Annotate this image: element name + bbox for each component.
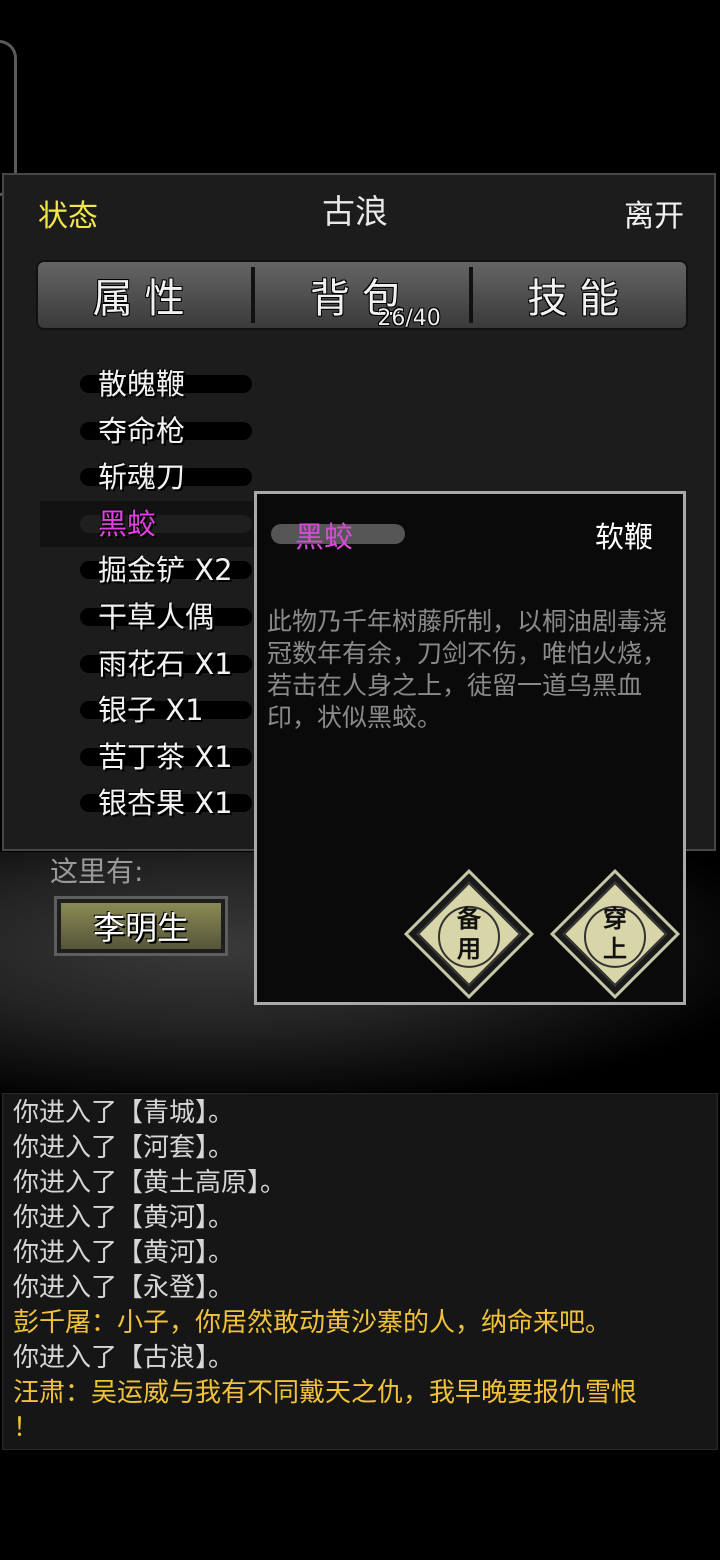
label-char: 上 — [603, 935, 627, 963]
inventory-item[interactable]: 苦丁茶 X1 — [40, 734, 260, 781]
inventory-item[interactable]: 银子 X1 — [40, 687, 260, 734]
tab-attributes[interactable]: 属性 — [38, 266, 251, 324]
inventory-item-label: 银杏果 X1 — [98, 786, 233, 821]
log-line: 你进入了【青城】。 — [13, 1098, 235, 1128]
tab-attributes-label: 属性 — [92, 276, 197, 322]
spare-button-label: 备 用 — [426, 891, 512, 977]
inventory-item[interactable]: 黑蛟 — [40, 500, 260, 548]
inventory-item-label: 黑蛟 — [98, 506, 157, 541]
inventory-item[interactable]: 干草人偶 — [40, 594, 260, 641]
inventory-item-label: 干草人偶 — [98, 599, 215, 634]
equip-button-label: 穿 上 — [572, 891, 658, 977]
inventory-item-label: 雨花石 X1 — [98, 646, 233, 681]
inventory-item[interactable]: 雨花石 X1 — [40, 641, 260, 688]
tab-skills[interactable]: 技能 — [473, 266, 686, 324]
log-line: 你进入了【河套】。 — [13, 1133, 235, 1163]
inventory-item-label: 掘金铲 X2 — [98, 553, 233, 588]
inventory-item[interactable]: 夺命枪 — [40, 408, 260, 455]
log-line: 你进入了【古浪】。 — [13, 1343, 235, 1373]
here-label: 这里有: — [50, 855, 144, 888]
inventory-item-label: 苦丁茶 X1 — [98, 739, 233, 774]
item-type: 软鞭 — [594, 520, 653, 554]
tab-skills-label: 技能 — [527, 276, 632, 322]
inventory-item-label: 银子 X1 — [98, 693, 204, 728]
inventory-item[interactable]: 斩魂刀 — [40, 454, 260, 501]
log-line: 你进入了【黄河】。 — [13, 1238, 235, 1268]
log-line: 彭千屠：小子，你居然敢动黄沙寨的人，纳命来吧。 — [13, 1308, 612, 1338]
label-char: 用 — [457, 935, 481, 963]
npc-name: 李明生 — [61, 903, 221, 949]
log-line: 你进入了【永登】。 — [13, 1273, 235, 1303]
leave-button[interactable]: 离开 — [624, 191, 684, 235]
inventory-item-label: 夺命枪 — [98, 413, 186, 448]
bag-capacity: 26/40 — [377, 306, 441, 331]
log-line: 你进入了【黄河】。 — [13, 1203, 235, 1233]
tab-bag[interactable]: 背包 26/40 — [255, 266, 468, 331]
message-log[interactable]: 你进入了【青城】。 你进入了【河套】。你进入了【黄土高原】。 你进入了【黄河】。 你进… — [2, 1093, 718, 1450]
inventory-list: 散魄鞭夺命枪斩魂刀黑蛟掘金铲 X2 干草人偶雨花石 X1 银子 X1 苦丁茶 X1 银杏… — [40, 361, 260, 831]
location-title: 古浪 — [322, 192, 388, 231]
inventory-item-label: 散魄鞭 — [98, 367, 186, 401]
inventory-item[interactable]: 银杏果 X1 — [40, 780, 260, 827]
status-button[interactable]: 状态 — [38, 191, 98, 235]
item-name: 黑蛟 — [295, 520, 354, 554]
item-description: 此物乃千年树藤所制，以桐油剧毒浇冠数年有余，刀剑不伤，唯怕火烧，若击在人身之上，… — [267, 607, 668, 732]
label-char: 备 — [457, 905, 481, 933]
inventory-item[interactable]: 散魄鞭 — [40, 361, 260, 408]
npc-button-li-mingsheng[interactable]: 李明生 — [54, 896, 228, 956]
inventory-item[interactable]: 掘金铲 X2 — [40, 547, 260, 594]
log-line: 你进入了【黄土高原】。 — [13, 1168, 287, 1198]
inventory-item-label: 斩魂刀 — [98, 460, 186, 495]
log-line: 汪肃：吴运威与我有不同戴天之仇，我早晚要报仇雪恨 ！ — [13, 1378, 638, 1443]
label-char: 穿 — [603, 905, 627, 933]
tab-bar: 属性 背包 26/40 技能 — [36, 260, 688, 331]
